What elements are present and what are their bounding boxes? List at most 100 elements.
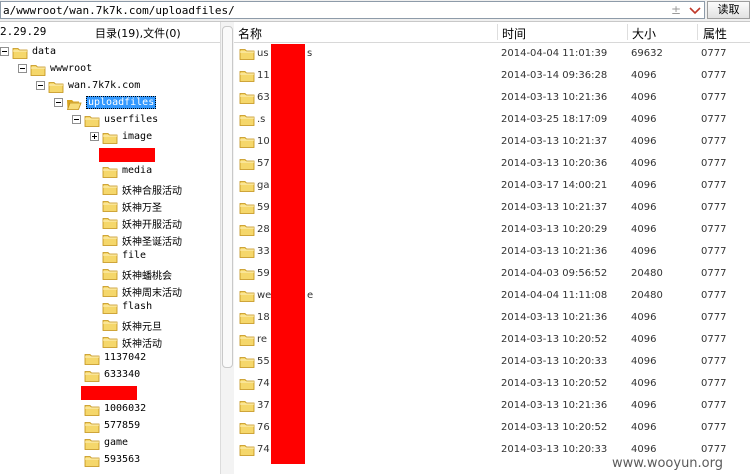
server-address: 2.29.29 — [0, 25, 47, 38]
file-row[interactable]: 63 2014-03-13 10:21:36 4096 0777 — [234, 87, 750, 109]
tree-item[interactable]: wwwroot — [0, 61, 220, 78]
folder-icon — [84, 369, 100, 382]
tree-item[interactable]: 妖神圣诞活动 — [0, 231, 220, 248]
file-time: 2014-03-13 10:21:36 — [501, 246, 608, 257]
tree-scrollbar[interactable] — [220, 22, 234, 474]
folder-icon — [84, 114, 100, 127]
file-attr: 0777 — [701, 378, 727, 389]
folder-icon — [239, 267, 255, 280]
tree-item[interactable] — [0, 384, 220, 401]
file-row[interactable]: us s 2014-04-04 11:01:39 69632 0777 — [234, 43, 750, 65]
column-divider[interactable] — [627, 24, 628, 40]
column-name[interactable]: 名称 — [238, 25, 262, 42]
tree-item-label: 577859 — [104, 420, 141, 431]
tree-item-label: 633340 — [104, 369, 141, 380]
file-row[interactable]: 57 2014-03-13 10:20:36 4096 0777 — [234, 153, 750, 175]
file-row[interactable]: 76 2014-03-13 10:20:52 4096 0777 — [234, 417, 750, 439]
tree-item[interactable]: 妖神活动 — [0, 333, 220, 350]
folder-icon — [102, 165, 118, 178]
dir-file-count: 目录(19),文件(0) — [95, 27, 181, 40]
file-size: 69632 — [631, 48, 663, 59]
column-time[interactable]: 时间 — [502, 25, 526, 42]
folder-icon — [84, 437, 100, 450]
scrollbar-thumb[interactable] — [222, 26, 233, 368]
expand-icon[interactable] — [90, 132, 99, 141]
tree-item[interactable] — [0, 146, 220, 163]
collapse-icon[interactable] — [36, 81, 45, 90]
tree-item[interactable]: 577859 — [0, 418, 220, 435]
read-button[interactable]: 读取 — [707, 1, 750, 19]
tree-item-label: 1006032 — [104, 403, 147, 414]
tree-item[interactable]: 妖神万圣 — [0, 197, 220, 214]
file-row[interactable]: re 2014-03-13 10:20:52 4096 0777 — [234, 329, 750, 351]
redaction-bar — [271, 44, 305, 464]
tree-item[interactable]: wan.7k7k.com — [0, 78, 220, 95]
collapse-icon[interactable] — [54, 98, 63, 107]
folder-icon — [102, 250, 118, 263]
plus-minus-icon[interactable]: ± — [671, 3, 681, 17]
file-time: 2014-04-04 11:11:08 — [501, 290, 608, 301]
tree-item[interactable]: 妖神周末活动 — [0, 282, 220, 299]
tree-item[interactable]: image — [0, 129, 220, 146]
file-row[interactable]: 55 2014-03-13 10:20:33 4096 0777 — [234, 351, 750, 373]
tree-item[interactable]: uploadfiles — [0, 95, 220, 112]
tree-item[interactable]: file — [0, 248, 220, 265]
file-time: 2014-03-13 10:20:52 — [501, 378, 608, 389]
tree-item-label: 妖神开服活动 — [122, 220, 182, 231]
collapse-icon[interactable] — [0, 47, 9, 56]
tree-item[interactable]: 1137042 — [0, 350, 220, 367]
file-row[interactable]: 11 2014-03-14 09:36:28 4096 0777 — [234, 65, 750, 87]
file-size: 4096 — [631, 356, 657, 367]
folder-icon — [84, 403, 100, 416]
file-row[interactable]: 59 2014-04-03 09:56:52 20480 0777 — [234, 263, 750, 285]
folder-icon — [239, 113, 255, 126]
column-divider[interactable] — [497, 24, 498, 40]
folder-icon — [30, 63, 46, 76]
folder-icon — [239, 135, 255, 148]
tree-item[interactable]: 633340 — [0, 367, 220, 384]
file-name: 11 — [257, 70, 270, 81]
file-row[interactable]: 10 2014-03-13 10:21:37 4096 0777 — [234, 131, 750, 153]
file-row[interactable]: 28 2014-03-13 10:20:29 4096 0777 — [234, 219, 750, 241]
tree-item[interactable]: game — [0, 435, 220, 452]
file-row[interactable]: we e 2014-04-04 11:11:08 20480 0777 — [234, 285, 750, 307]
file-name-tail: s — [307, 48, 313, 59]
collapse-icon[interactable] — [72, 115, 81, 124]
file-row[interactable]: 18 2014-03-13 10:21:36 4096 0777 — [234, 307, 750, 329]
folder-icon — [239, 289, 255, 302]
folder-icon — [102, 216, 118, 229]
file-name: 55 — [257, 356, 270, 367]
folder-icon — [239, 223, 255, 236]
folder-icon — [102, 284, 118, 297]
tree-item[interactable]: 妖神元旦 — [0, 316, 220, 333]
file-time: 2014-03-13 10:21:36 — [501, 400, 608, 411]
file-size: 20480 — [631, 290, 663, 301]
folder-icon — [239, 201, 255, 214]
file-row[interactable]: 59 2014-03-13 10:21:37 4096 0777 — [234, 197, 750, 219]
file-row[interactable]: 37 2014-03-13 10:21:36 4096 0777 — [234, 395, 750, 417]
file-row[interactable]: 33 2014-03-13 10:21:36 4096 0777 — [234, 241, 750, 263]
column-attr[interactable]: 属性 — [703, 25, 727, 42]
tree-item[interactable]: 妖神蟠桃会 — [0, 265, 220, 282]
tree-item[interactable]: 593563 — [0, 452, 220, 469]
file-row[interactable]: ga 2014-03-17 14:00:21 4096 0777 — [234, 175, 750, 197]
column-divider[interactable] — [697, 24, 698, 40]
dropdown-arrow-icon[interactable] — [689, 6, 701, 16]
tree-item[interactable]: 妖神合服活动 — [0, 180, 220, 197]
tree-item[interactable]: media — [0, 163, 220, 180]
tree-item-label: file — [122, 250, 147, 261]
tree-item[interactable]: flash — [0, 299, 220, 316]
file-time: 2014-03-13 10:21:36 — [501, 92, 608, 103]
file-row[interactable]: 74 2014-03-13 10:20:52 4096 0777 — [234, 373, 750, 395]
tree-item[interactable]: 1006032 — [0, 401, 220, 418]
file-size: 4096 — [631, 400, 657, 411]
file-size: 4096 — [631, 378, 657, 389]
tree-item[interactable]: userfiles — [0, 112, 220, 129]
file-row[interactable]: .s 2014-03-25 18:17:09 4096 0777 — [234, 109, 750, 131]
tree-item[interactable]: data — [0, 44, 220, 61]
collapse-icon[interactable] — [18, 64, 27, 73]
tree-item[interactable]: 妖神开服活动 — [0, 214, 220, 231]
path-input[interactable]: a/wwwroot/wan.7k7k.com/uploadfiles/ ± — [0, 1, 705, 19]
column-size[interactable]: 大小 — [632, 25, 656, 42]
file-time: 2014-03-13 10:20:33 — [501, 356, 608, 367]
